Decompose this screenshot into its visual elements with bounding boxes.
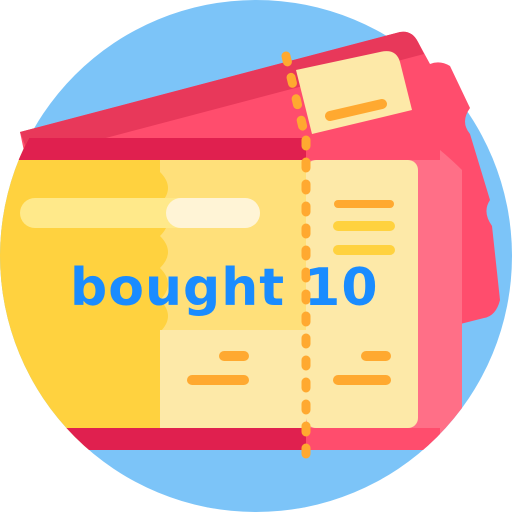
caption-text: bought 10 — [70, 258, 379, 318]
icon-canvas: bought 10 — [0, 0, 512, 512]
tickets-icon — [0, 0, 512, 512]
